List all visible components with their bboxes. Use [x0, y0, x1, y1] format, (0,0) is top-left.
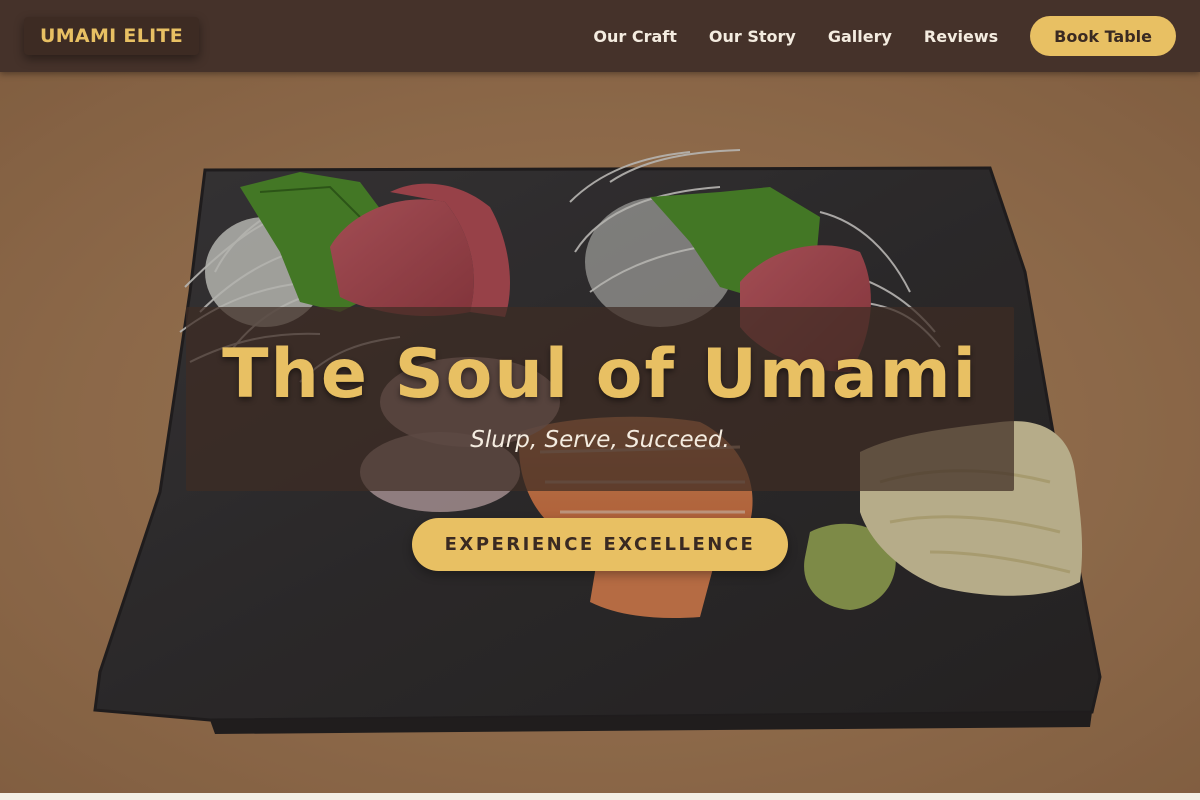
- hero-section: The Soul of Umami Slurp, Serve, Succeed.…: [0, 72, 1200, 793]
- hero-title-panel: The Soul of Umami Slurp, Serve, Succeed.: [186, 307, 1014, 491]
- experience-excellence-button[interactable]: EXPERIENCE EXCELLENCE: [412, 518, 788, 571]
- book-table-button[interactable]: Book Table: [1030, 16, 1176, 56]
- hero-title: The Soul of Umami: [222, 335, 978, 414]
- nav-link-reviews[interactable]: Reviews: [924, 27, 998, 46]
- hero-subtitle: Slurp, Serve, Succeed.: [470, 427, 730, 453]
- page-bottom-strip: [0, 793, 1200, 800]
- nav-link-our-story[interactable]: Our Story: [709, 27, 796, 46]
- nav-link-gallery[interactable]: Gallery: [828, 27, 892, 46]
- site-header: UMAMI ELITE Our Craft Our Story Gallery …: [0, 0, 1200, 72]
- nav-link-our-craft[interactable]: Our Craft: [593, 27, 677, 46]
- brand-logo[interactable]: UMAMI ELITE: [24, 17, 200, 55]
- main-nav: Our Craft Our Story Gallery Reviews Book…: [593, 16, 1176, 56]
